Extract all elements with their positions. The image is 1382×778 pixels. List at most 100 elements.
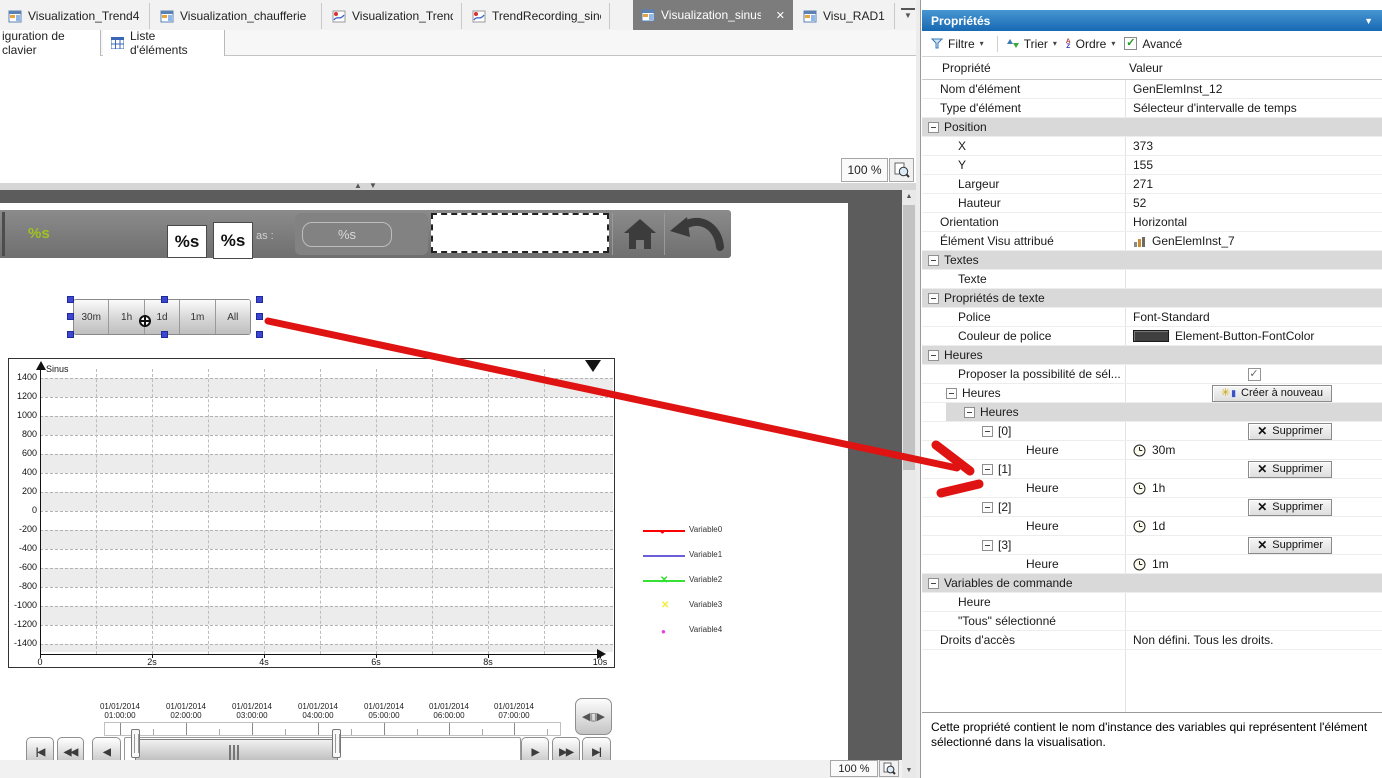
range-handle-right[interactable] [332,729,341,758]
pane-splitter[interactable]: ▲ ▼ [0,183,916,190]
property-value[interactable]: 52 [1125,194,1382,212]
delete-button[interactable]: ✕Supprimer [1248,423,1332,440]
sort-button[interactable]: Trier [1024,37,1048,51]
property-value[interactable]: ✕Supprimer [1125,498,1382,516]
order-button[interactable]: Ordre [1076,37,1107,51]
collapse-icon[interactable] [928,122,939,133]
selection-handle[interactable] [256,331,263,338]
tab-Visualization_sinus[interactable]: Visualization_sinus✕ [633,0,793,30]
value-checkbox[interactable]: ✓ [1248,368,1261,381]
collapse-icon[interactable] [964,407,975,418]
selector-segment-1m[interactable]: 1m [180,300,215,334]
property-value[interactable]: 1d [1125,517,1382,535]
splitter-up-icon[interactable]: ▲ [354,181,362,190]
property-value[interactable]: ✳▮Créer à nouveau [1125,384,1382,402]
property-value[interactable]: 1m [1125,555,1382,573]
property-row-Heure[interactable]: Heure1m [922,555,1382,574]
pan-button[interactable]: ◀▯▶ [575,698,612,735]
undo-button[interactable] [668,215,726,255]
placeholder-button-2[interactable]: %s [213,222,253,259]
selection-handle[interactable] [67,331,74,338]
property-group-Textes[interactable]: Textes [922,251,1382,270]
selection-handle[interactable] [67,296,74,303]
move-anchor-icon[interactable] [139,315,151,327]
visualization-canvas[interactable]: %s %s %s as : %s [0,203,848,760]
delete-button[interactable]: ✕Supprimer [1248,537,1332,554]
splitter-down-icon[interactable]: ▼ [369,181,377,190]
property-group-Variables-de-commande[interactable]: Variables de commande [922,574,1382,593]
property-row-[2][interactable]: [2]✕Supprimer [922,498,1382,517]
property-row--l-ment-Visu-attribu-[interactable]: Élément Visu attribuéGenElemInst_7 [922,232,1382,251]
color-swatch[interactable] [1133,330,1169,342]
property-row-Heures[interactable]: Heures✳▮Créer à nouveau [922,384,1382,403]
placeholder-button-1[interactable]: %s [167,225,207,258]
property-row-Couleur-de-police[interactable]: Couleur de policeElement-Button-FontColo… [922,327,1382,346]
property-row-Droits-d-acc-s[interactable]: Droits d'accèsNon défini. Tous les droit… [922,631,1382,650]
property-value[interactable]: 1h [1125,479,1382,497]
zoom-level-bottom[interactable]: 100 % [830,760,878,777]
property-value[interactable]: Font-Standard [1125,308,1382,326]
collapse-icon[interactable] [928,578,939,589]
properties-header[interactable]: Propriétés ▼ [922,10,1382,31]
range-handle-left[interactable] [131,729,140,758]
selected-text-input[interactable] [431,213,609,253]
property-value[interactable]: 373 [1125,137,1382,155]
zoom-magnifier-bottom-button[interactable] [879,760,899,777]
zoom-level-top[interactable]: 100 % [841,158,888,182]
property-row-Orientation[interactable]: OrientationHorizontal [922,213,1382,232]
property-row-Police[interactable]: PoliceFont-Standard [922,308,1382,327]
property-row-Heure[interactable]: Heure30m [922,441,1382,460]
property-row-Nom-d-l-ment[interactable]: Nom d'élémentGenElemInst_12 [922,80,1382,99]
scrollbar-thumb[interactable] [903,205,915,470]
zoom-magnifier-top-button[interactable] [889,158,914,182]
chevron-down-icon[interactable]: ▾ [980,39,984,48]
collapse-icon[interactable] [982,540,993,551]
vertical-scrollbar[interactable]: ▲ ▼ [902,190,916,778]
property-value[interactable]: GenElemInst_7 [1125,232,1382,250]
property-value[interactable]: Sélecteur d'intervalle de temps [1125,99,1382,117]
close-icon[interactable]: ✕ [776,9,785,22]
property-row-Y[interactable]: Y155 [922,156,1382,175]
property-value[interactable]: Horizontal [1125,213,1382,231]
collapse-icon[interactable] [946,388,957,399]
tab-TrendRecording_sine[interactable]: TrendRecording_sine [464,3,610,29]
property-row-Type-d-l-ment[interactable]: Type d'élémentSélecteur d'intervalle de … [922,99,1382,118]
property-row-[0][interactable]: [0]✕Supprimer [922,422,1382,441]
property-row-[1][interactable]: [1]✕Supprimer [922,460,1382,479]
chevron-down-icon[interactable]: ▾ [1053,39,1057,48]
property-value[interactable]: ✕Supprimer [1125,422,1382,440]
property-row-[3][interactable]: [3]✕Supprimer [922,536,1382,555]
property-value[interactable]: ✓ [1125,365,1382,383]
property-value[interactable]: GenElemInst_12 [1125,80,1382,98]
property-value[interactable]: ✕Supprimer [1125,460,1382,478]
scroll-up-icon[interactable]: ▲ [902,190,916,204]
property-value[interactable]: 271 [1125,175,1382,193]
pill-button[interactable]: %s [302,222,392,247]
property-value[interactable]: Non défini. Tous les droits. [1125,631,1382,649]
tab-Visualization_chaufferie[interactable]: Visualization_chaufferie [152,3,322,29]
collapse-icon[interactable] [982,464,993,475]
property-row-Texte[interactable]: Texte [922,270,1382,289]
advanced-checkbox[interactable]: ✓ [1124,37,1137,50]
selector-segment-30m[interactable]: 30m [74,300,109,334]
range-grip[interactable] [229,745,239,760]
property-value[interactable]: ✕Supprimer [1125,536,1382,554]
property-row-Heure[interactable]: Heure [922,593,1382,612]
property-value[interactable]: 155 [1125,156,1382,174]
filter-button[interactable]: Filtre [948,37,975,51]
tab-Visualization_Trend4[interactable]: Visualization_Trend4 [0,3,150,29]
tab-overflow-icon[interactable]: ▼ [901,8,915,22]
property-value[interactable]: Element-Button-FontColor [1125,327,1382,345]
home-button[interactable] [622,217,658,251]
collapse-icon[interactable] [982,426,993,437]
property-group-Position[interactable]: Position [922,118,1382,137]
property-row--Tous-s-lectionn-[interactable]: "Tous" sélectionné [922,612,1382,631]
panel-menu-icon[interactable]: ▼ [1364,16,1373,26]
tab-Visualization_Trend3[interactable]: Visualization_Trend3 [324,3,462,29]
collapse-icon[interactable] [928,255,939,266]
property-row-Heure[interactable]: Heure1d [922,517,1382,536]
selection-handle[interactable] [161,331,168,338]
chevron-down-icon[interactable]: ▾ [1111,39,1115,48]
scroll-down-icon[interactable]: ▼ [902,764,916,778]
collapse-icon[interactable] [928,293,939,304]
